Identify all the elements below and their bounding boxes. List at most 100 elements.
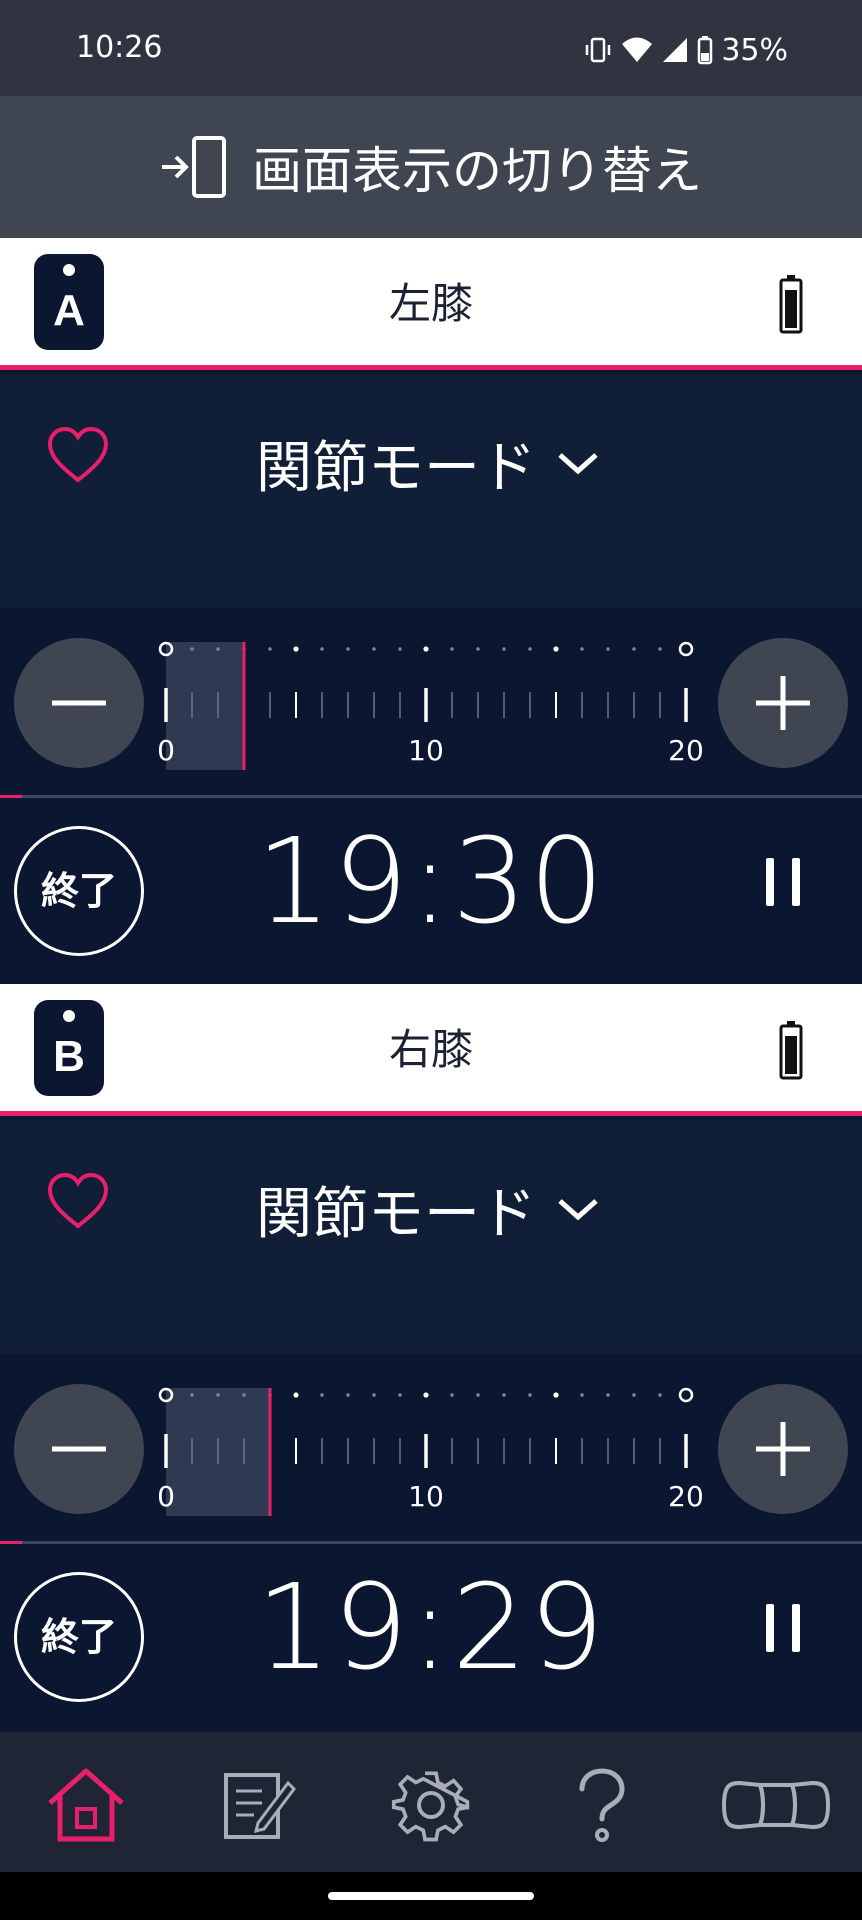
scale-min-label: 0 [157, 1480, 175, 1513]
device-header-b: B 右膝 [0, 984, 862, 1116]
status-time: 10:26 [76, 30, 163, 65]
scale-dot [580, 1393, 584, 1397]
increase-button[interactable] [718, 638, 848, 768]
plus-icon [756, 676, 810, 730]
scale-dot [606, 1393, 610, 1397]
mode-dropdown[interactable]: 関節モード [256, 418, 600, 508]
chevron-down-icon [558, 453, 598, 475]
minus-icon [52, 700, 106, 706]
mode-section-b: 関節モード [0, 1120, 862, 1354]
nav-help[interactable] [542, 1760, 662, 1850]
pause-button[interactable] [746, 1604, 820, 1674]
device-name-a: 左膝 [388, 279, 473, 328]
timer-value: 19:30 [255, 812, 607, 950]
scale-dot [346, 1393, 350, 1397]
scale-dot [372, 647, 376, 651]
scale-dot [606, 647, 610, 651]
favorite-heart-icon[interactable] [46, 1172, 110, 1230]
scale-max-label: 20 [668, 734, 704, 767]
scale-dot [320, 1393, 324, 1397]
device-header-a: A 左膝 [0, 238, 862, 370]
scale-dot [632, 647, 636, 651]
device-pads-icon [721, 1780, 831, 1830]
bottom-nav [0, 1732, 862, 1872]
scale-dot [268, 647, 272, 651]
scale-dot [190, 647, 194, 651]
mode-section-a: 関節モード [0, 374, 862, 608]
scale-dot [502, 647, 506, 651]
mode-label: 関節モード [256, 435, 536, 501]
scale-dot [632, 1393, 636, 1397]
scale-max-marker [678, 1387, 694, 1403]
scale-mid-label: 10 [408, 1480, 444, 1513]
scale-max-label: 20 [668, 1480, 704, 1513]
intensity-scale[interactable]: 0 10 20 [150, 1354, 710, 1544]
scale-dot [293, 646, 299, 652]
intensity-slider-b: 0 10 20 [0, 1354, 862, 1544]
decrease-button[interactable] [14, 638, 144, 768]
home-icon [48, 1768, 124, 1842]
device-battery-icon [779, 275, 803, 334]
plus-icon [756, 1422, 810, 1476]
pause-bar [792, 858, 800, 906]
help-icon [579, 1768, 625, 1842]
wifi-icon [622, 37, 653, 62]
intensity-slider-a: 0 10 20 [0, 608, 862, 798]
scale-dot [423, 1392, 429, 1398]
scale-dot [450, 647, 454, 651]
device-name-b: 右膝 [388, 1025, 473, 1074]
scale-dot [553, 1392, 559, 1398]
scale-dot [450, 1393, 454, 1397]
scale-dot [502, 1393, 506, 1397]
home-gesture-bar[interactable] [328, 1892, 534, 1900]
signal-icon [663, 38, 688, 62]
pause-bar [792, 1604, 800, 1652]
vibrate-icon [586, 37, 611, 63]
mode-label: 関節モード [256, 1181, 536, 1247]
mode-dropdown[interactable]: 関節モード [256, 1164, 600, 1254]
scale-mid-label: 10 [408, 734, 444, 767]
chevron-down-icon [558, 1199, 598, 1221]
nav-settings[interactable] [371, 1760, 491, 1850]
scale-dot [242, 1393, 246, 1397]
status-bar: 10:26 35% [0, 0, 862, 96]
increase-button[interactable] [718, 1384, 848, 1514]
scale-dot [423, 646, 429, 652]
scale-dot [658, 1393, 662, 1397]
pause-button[interactable] [746, 858, 820, 928]
notes-icon [224, 1773, 296, 1839]
scale-dot [476, 1393, 480, 1397]
scale-dot [398, 647, 402, 651]
scale-ticks [164, 1434, 688, 1468]
battery-status-icon [698, 36, 713, 65]
settings-icon [391, 1771, 470, 1842]
scale-dot [658, 647, 662, 651]
nav-device-pads[interactable] [716, 1760, 836, 1850]
timer-value: 19:29 [255, 1558, 607, 1696]
status-icons: 35% [583, 30, 788, 70]
favorite-heart-icon[interactable] [46, 426, 110, 484]
intensity-scale[interactable]: 0 10 20 [150, 608, 710, 798]
battery-percent: 35% [721, 32, 788, 68]
scale-dot [190, 1393, 194, 1397]
switch-display-label: 画面表示の切り替え [252, 142, 702, 200]
scale-dot [372, 1393, 376, 1397]
switch-display-button[interactable]: 画面表示の切り替え [0, 96, 862, 238]
nav-notes[interactable] [198, 1760, 318, 1850]
scale-dots [190, 646, 662, 652]
scale-dot [398, 1393, 402, 1397]
decrease-button[interactable] [14, 1384, 144, 1514]
nav-home[interactable] [26, 1760, 146, 1850]
gesture-area [0, 1872, 862, 1920]
scale-dot [528, 1393, 532, 1397]
scale-dot [528, 647, 532, 651]
pause-bar [766, 858, 774, 906]
scale-dot [216, 647, 220, 651]
scale-dot [320, 647, 324, 651]
timer-section-b: 終了 19:29 [0, 1544, 862, 1728]
scale-dot [216, 1393, 220, 1397]
scale-dot [476, 647, 480, 651]
scale-dot [346, 647, 350, 651]
switch-screen-icon [162, 136, 226, 198]
pause-bar [766, 1604, 774, 1652]
